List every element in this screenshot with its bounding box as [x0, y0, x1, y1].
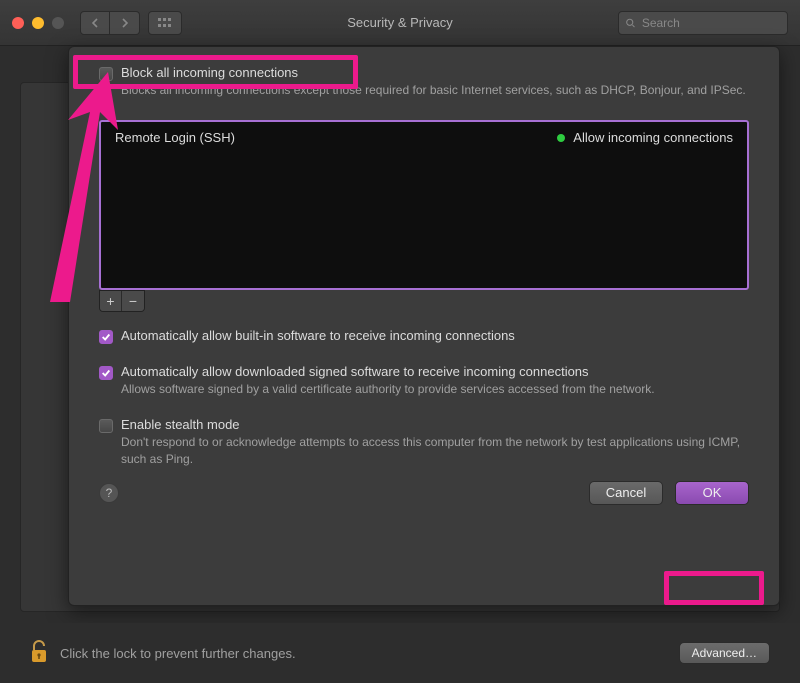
- auto-signed-description: Allows software signed by a valid certif…: [121, 381, 749, 397]
- app-list[interactable]: Remote Login (SSH) Allow incoming connec…: [99, 120, 749, 290]
- lock-bar: Click the lock to prevent further change…: [0, 623, 800, 683]
- stealth-label: Enable stealth mode: [121, 417, 749, 432]
- block-all-checkbox[interactable]: [99, 67, 113, 81]
- list-item-name: Remote Login (SSH): [115, 130, 557, 145]
- firewall-options-sheet: Block all incoming connections Blocks al…: [68, 46, 780, 606]
- stealth-row: Enable stealth mode Don't respond to or …: [99, 417, 749, 466]
- show-all-button[interactable]: [148, 11, 182, 35]
- auto-signed-checkbox[interactable]: [99, 366, 113, 380]
- status-dot-icon: [557, 134, 565, 142]
- list-item[interactable]: Remote Login (SSH) Allow incoming connec…: [115, 130, 733, 145]
- lock-icon[interactable]: [30, 640, 48, 667]
- forward-button[interactable]: [110, 11, 140, 35]
- window-toolbar: Security & Privacy: [0, 0, 800, 46]
- sheet-footer: ? Cancel OK: [99, 481, 749, 505]
- zoom-window-button[interactable]: [52, 17, 64, 29]
- stealth-description: Don't respond to or acknowledge attempts…: [121, 434, 749, 466]
- minimize-window-button[interactable]: [32, 17, 44, 29]
- window-title: Security & Privacy: [182, 15, 618, 30]
- cancel-button[interactable]: Cancel: [589, 481, 663, 505]
- ok-button[interactable]: OK: [675, 481, 749, 505]
- auto-builtin-label: Automatically allow built-in software to…: [121, 328, 749, 343]
- block-all-label: Block all incoming connections: [121, 65, 749, 80]
- traffic-lights: [12, 17, 64, 29]
- search-input[interactable]: [640, 15, 781, 31]
- advanced-button[interactable]: Advanced…: [679, 642, 770, 664]
- add-remove-group: + −: [99, 290, 145, 312]
- back-button[interactable]: [80, 11, 110, 35]
- remove-button[interactable]: −: [122, 291, 144, 311]
- block-all-row: Block all incoming connections Blocks al…: [99, 65, 749, 98]
- auto-signed-label: Automatically allow downloaded signed so…: [121, 364, 749, 379]
- auto-signed-row: Automatically allow downloaded signed so…: [99, 364, 749, 397]
- block-all-description: Blocks all incoming connections except t…: [121, 82, 749, 98]
- close-window-button[interactable]: [12, 17, 24, 29]
- auto-builtin-row: Automatically allow built-in software to…: [99, 328, 749, 344]
- search-icon: [625, 17, 636, 29]
- lock-text: Click the lock to prevent further change…: [60, 646, 296, 661]
- help-button[interactable]: ?: [99, 483, 119, 503]
- search-field[interactable]: [618, 11, 788, 35]
- nav-buttons: [80, 11, 140, 35]
- stealth-checkbox[interactable]: [99, 419, 113, 433]
- auto-builtin-checkbox[interactable]: [99, 330, 113, 344]
- add-button[interactable]: +: [100, 291, 122, 311]
- list-item-status: Allow incoming connections: [573, 130, 733, 145]
